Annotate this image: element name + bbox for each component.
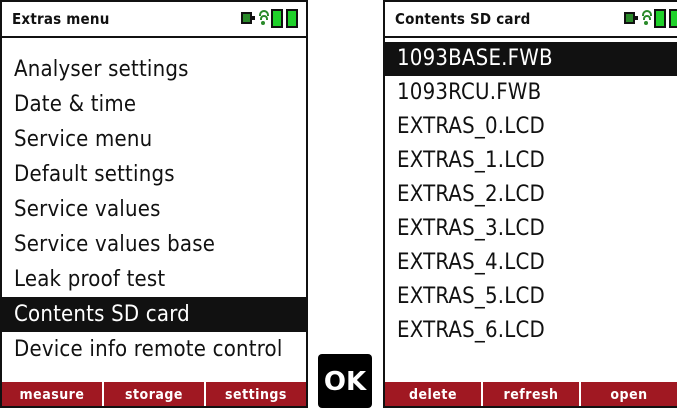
menu-item-analyser-settings[interactable]: Analyser settings xyxy=(2,52,306,87)
settings-softkey[interactable]: settings xyxy=(204,382,306,406)
title-bar: Contents SD card xyxy=(385,2,677,38)
file-item[interactable]: EXTRAS_2.LCD xyxy=(385,178,677,212)
softkey-bar: measure storage settings xyxy=(2,382,306,406)
screen-title: Contents SD card xyxy=(395,10,531,28)
device-icon xyxy=(241,12,255,24)
file-item[interactable]: EXTRAS_3.LCD xyxy=(385,212,677,246)
status-icons xyxy=(241,9,298,28)
extras-menu-screen: Extras menu Analyser settings Date & tim… xyxy=(0,0,308,408)
screen-title: Extras menu xyxy=(12,10,110,28)
battery-icon xyxy=(271,9,283,28)
ok-key[interactable]: OK xyxy=(318,354,372,408)
file-item[interactable]: EXTRAS_1.LCD xyxy=(385,144,677,178)
battery-icon xyxy=(654,9,666,28)
storage-softkey[interactable]: storage xyxy=(102,382,204,406)
delete-softkey[interactable]: delete xyxy=(385,382,481,406)
open-softkey[interactable]: open xyxy=(579,382,677,406)
file-item[interactable]: EXTRAS_0.LCD xyxy=(385,110,677,144)
menu-item-service-values[interactable]: Service values xyxy=(2,192,306,227)
contents-sd-card-screen: Contents SD card 1093BASE.FWB 1093RCU.FW… xyxy=(383,0,677,408)
refresh-softkey[interactable]: refresh xyxy=(481,382,579,406)
softkey-bar: delete refresh open xyxy=(385,382,677,406)
menu-item-date-time[interactable]: Date & time xyxy=(2,87,306,122)
battery-icon xyxy=(286,9,298,28)
sd-card-file-list: 1093BASE.FWB 1093RCU.FWB EXTRAS_0.LCD EX… xyxy=(385,42,677,348)
file-item[interactable]: EXTRAS_5.LCD xyxy=(385,280,677,314)
wireless-icon xyxy=(641,10,652,26)
measure-softkey[interactable]: measure xyxy=(2,382,102,406)
softkey-tab-indicators xyxy=(2,368,306,396)
menu-item-leak-proof-test[interactable]: Leak proof test xyxy=(2,262,306,297)
device-icon xyxy=(624,12,638,24)
file-item[interactable]: 1093RCU.FWB xyxy=(385,76,677,110)
battery-icon xyxy=(669,9,677,28)
menu-item-service-values-base[interactable]: Service values base xyxy=(2,227,306,262)
extras-menu-list: Analyser settings Date & time Service me… xyxy=(2,52,306,367)
status-icons xyxy=(624,9,677,28)
menu-item-default-settings[interactable]: Default settings xyxy=(2,157,306,192)
title-bar: Extras menu xyxy=(2,2,306,38)
file-item[interactable]: EXTRAS_4.LCD xyxy=(385,246,677,280)
menu-item-service-menu[interactable]: Service menu xyxy=(2,122,306,157)
menu-item-contents-sd-card[interactable]: Contents SD card xyxy=(2,297,306,332)
file-item[interactable]: EXTRAS_6.LCD xyxy=(385,314,677,348)
file-item[interactable]: 1093BASE.FWB xyxy=(385,42,677,76)
wireless-icon xyxy=(258,10,269,26)
menu-item-device-info-remote-control[interactable]: Device info remote control xyxy=(2,332,306,367)
